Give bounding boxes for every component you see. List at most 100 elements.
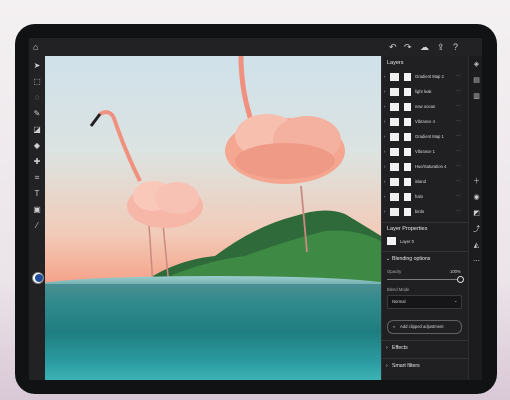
mask-icon[interactable]: ◩ bbox=[471, 208, 482, 219]
background-color-swatch[interactable] bbox=[35, 274, 43, 282]
chevron-right-icon[interactable]: › bbox=[384, 164, 385, 169]
layer-thumbnail bbox=[390, 163, 399, 171]
lasso-tool-icon[interactable]: ◌ bbox=[32, 93, 42, 103]
chevron-right-icon[interactable]: › bbox=[384, 194, 385, 199]
layer-mask-icon bbox=[404, 148, 411, 156]
layer-name: Vibrance 1 bbox=[415, 149, 435, 154]
clip-icon: ◐ bbox=[393, 324, 396, 329]
chevron-right-icon[interactable]: › bbox=[386, 345, 388, 351]
layer-row[interactable]: › Vibrance 1 ⋯ bbox=[382, 146, 468, 158]
layers-column: Layers › Gradient Map 2 ⋯ › light leak ⋯ › new … bbox=[382, 56, 468, 380]
effects-title[interactable]: Effects bbox=[392, 345, 408, 351]
chevron-right-icon[interactable]: › bbox=[384, 179, 385, 184]
visibility-eye-icon[interactable]: ◉ bbox=[471, 192, 482, 203]
layer-row[interactable]: › halo ⋯ bbox=[382, 191, 468, 203]
chevron-down-icon: ⌄ bbox=[454, 298, 458, 303]
chevron-right-icon[interactable]: › bbox=[384, 149, 385, 154]
properties-panel: Layers › Gradient Map 2 ⋯ › light leak ⋯ › new … bbox=[381, 56, 482, 380]
layer-more-icon[interactable]: ⋯ bbox=[456, 148, 461, 154]
add-clipped-adjustment-label: Add clipped adjustment bbox=[400, 324, 444, 329]
cloud-icon[interactable]: ☁ bbox=[420, 41, 429, 53]
image-tool-icon[interactable]: ▣ bbox=[32, 205, 42, 215]
more-options-icon[interactable]: ⋯ bbox=[471, 256, 482, 267]
healing-tool-icon[interactable]: ✚ bbox=[32, 157, 42, 167]
chevron-right-icon[interactable]: › bbox=[384, 104, 385, 109]
select-tool-icon[interactable]: ⬚ bbox=[32, 77, 42, 87]
layer-more-icon[interactable]: ⋯ bbox=[456, 118, 461, 124]
layer-more-icon[interactable]: ⋯ bbox=[456, 163, 461, 169]
layers-stack-icon[interactable]: ◈ bbox=[471, 59, 482, 70]
type-tool-icon[interactable]: T bbox=[32, 189, 42, 199]
add-layer-icon[interactable]: ＋ bbox=[471, 176, 482, 187]
layer-mask-icon bbox=[404, 103, 411, 111]
share-icon[interactable]: ⇪ bbox=[437, 41, 445, 53]
layer-row[interactable]: › Vibrance 4 ⋯ bbox=[382, 116, 468, 128]
undo-icon[interactable]: ↶ bbox=[389, 41, 397, 53]
fill-tool-icon[interactable]: ◆ bbox=[32, 141, 42, 151]
underwater-area bbox=[45, 284, 381, 380]
layer-row[interactable]: › island ⋯ bbox=[382, 176, 468, 188]
layer-thumbnail bbox=[390, 193, 399, 201]
layer-more-icon[interactable]: ⋯ bbox=[456, 88, 461, 94]
layer-more-icon[interactable]: ⋯ bbox=[456, 103, 461, 109]
question-icon[interactable]: ? bbox=[453, 41, 458, 53]
smart-filters-title[interactable]: Smart filters bbox=[392, 363, 420, 369]
divider bbox=[382, 222, 468, 223]
layer-more-icon[interactable]: ⋯ bbox=[456, 73, 461, 79]
opacity-slider[interactable] bbox=[387, 279, 460, 280]
layer-more-icon[interactable]: ⋯ bbox=[456, 208, 461, 214]
layer-thumbnail bbox=[387, 237, 396, 245]
move-tool-icon[interactable]: ➤ bbox=[32, 61, 42, 71]
layer-more-icon[interactable]: ⋯ bbox=[456, 193, 461, 199]
layer-row[interactable]: › birds ⋯ bbox=[382, 206, 468, 218]
chevron-right-icon[interactable]: › bbox=[384, 119, 385, 124]
home-icon[interactable]: ⌂ bbox=[33, 41, 38, 53]
chevron-right-icon[interactable]: › bbox=[384, 134, 385, 139]
crop-tool-icon[interactable]: ⌗ bbox=[32, 173, 42, 183]
layer-properties-title: Layer Properties bbox=[387, 226, 428, 232]
clip-layer-icon[interactable]: ⤴ bbox=[471, 224, 482, 235]
chevron-right-icon[interactable]: › bbox=[384, 89, 385, 94]
tools-toolbar: ➤ ⬚ ◌ ✎ ◪ ◆ ✚ ⌗ T ▣ ⁄ bbox=[29, 56, 46, 380]
opacity-value: 100% bbox=[450, 269, 461, 274]
layer-row[interactable]: › Gradient Map 1 ⋯ bbox=[382, 131, 468, 143]
layer-name: Gradient Map 2 bbox=[415, 74, 444, 79]
layer-properties-icon[interactable]: ▥ bbox=[471, 91, 482, 102]
eyedropper-tool-icon[interactable]: ⁄ bbox=[32, 221, 42, 231]
redo-icon[interactable]: ↷ bbox=[404, 41, 412, 53]
adjust-layers-icon[interactable]: ▤ bbox=[471, 75, 482, 86]
layer-thumbnail bbox=[390, 73, 399, 81]
layer-mask-icon bbox=[404, 163, 411, 171]
blend-mode-dropdown[interactable]: Normal ⌄ bbox=[387, 295, 462, 309]
layer-name: new ocean bbox=[415, 104, 436, 109]
layer-thumbnail bbox=[390, 103, 399, 111]
chevron-right-icon[interactable]: › bbox=[386, 363, 388, 369]
layer-name: birds bbox=[415, 209, 425, 214]
top-app-bar: ⌂ ↶ ↷ ☁ ⇪ ? bbox=[29, 38, 482, 57]
layer-name: Gradient Map 1 bbox=[415, 134, 444, 139]
layer-name: island bbox=[415, 179, 426, 184]
chevron-down-icon[interactable]: ⌄ bbox=[386, 256, 390, 262]
layer-more-icon[interactable]: ⋯ bbox=[456, 133, 461, 139]
image-canvas[interactable] bbox=[45, 56, 381, 380]
divider bbox=[382, 251, 468, 252]
chevron-right-icon[interactable]: › bbox=[384, 74, 385, 79]
layer-row[interactable]: › light leak ⋯ bbox=[382, 86, 468, 98]
layer-row[interactable]: › Hue/Saturation 4 ⋯ bbox=[382, 161, 468, 173]
brush-tool-icon[interactable]: ✎ bbox=[32, 109, 42, 119]
layer-name: light leak bbox=[415, 89, 432, 94]
panel-icon-rail: ◈ ▤ ▥ ＋ ◉ ◩ ⤴ ◭ ⋯ bbox=[468, 56, 482, 380]
add-clipped-adjustment-button[interactable]: ◐ Add clipped adjustment bbox=[387, 320, 462, 334]
eraser-tool-icon[interactable]: ◪ bbox=[32, 125, 42, 135]
layer-more-icon[interactable]: ⋯ bbox=[456, 178, 461, 184]
layer-mask-icon bbox=[404, 193, 411, 201]
layer-mask-icon bbox=[404, 118, 411, 126]
chevron-right-icon[interactable]: › bbox=[384, 209, 385, 214]
fill-layer-icon[interactable]: ◭ bbox=[471, 240, 482, 251]
opacity-slider-knob[interactable] bbox=[457, 276, 464, 283]
layer-name: Hue/Saturation 4 bbox=[415, 164, 447, 169]
layer-row[interactable]: › new ocean ⋯ bbox=[382, 101, 468, 113]
layer-thumbnail bbox=[390, 148, 399, 156]
layer-row[interactable]: › Gradient Map 2 ⋯ bbox=[382, 71, 468, 83]
blending-options-title[interactable]: Blending options bbox=[392, 256, 430, 262]
